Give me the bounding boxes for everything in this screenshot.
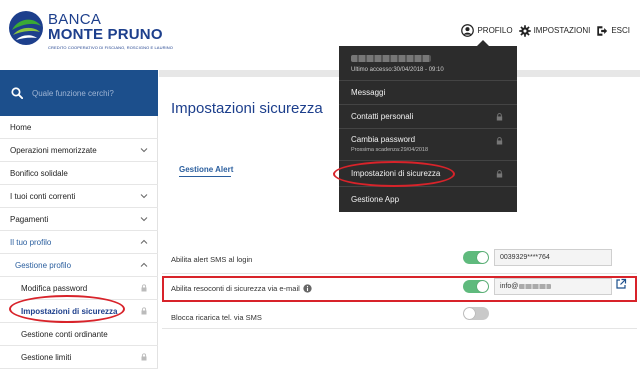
email-mask — [519, 284, 552, 289]
function-search — [0, 70, 158, 116]
user-circle-icon — [461, 24, 475, 37]
logout-link[interactable]: ESCI — [596, 25, 630, 37]
profile-label: PROFILO — [477, 26, 513, 35]
block-recharge-toggle[interactable] — [463, 307, 489, 320]
bank-logo[interactable]: BANCA MONTE PRUNO CREDITO COOPERATIVO DI… — [8, 8, 188, 62]
logo-mark-icon — [9, 11, 43, 45]
sidebar-item-gestione-limiti[interactable]: Gestione limiti — [0, 346, 158, 369]
password-expiry: Prossima scadenza:29/04/2018 — [351, 147, 429, 153]
menu-item-messaggi[interactable]: Messaggi — [339, 80, 517, 104]
sidebar-item-label: Modifica password — [21, 283, 88, 293]
menu-item-label: Impostazioni di sicurezza — [351, 169, 441, 178]
logo-banca-text: BANCA — [48, 11, 102, 28]
sidebar-item-label: Il tuo profilo — [10, 237, 52, 247]
menu-item-contatti-personali[interactable]: Contatti personali — [339, 104, 517, 128]
settings-link[interactable]: IMPOSTAZIONI — [518, 24, 591, 37]
row-label-text: Abilita resoconti di sicurezza via e-mai… — [171, 284, 300, 293]
email-reports-toggle[interactable] — [463, 280, 489, 293]
menu-item-impostazioni-sicurezza[interactable]: Impostazioni di sicurezza — [339, 160, 517, 186]
search-input[interactable] — [32, 88, 152, 98]
header: BANCA MONTE PRUNO CREDITO COOPERATIVO DI… — [0, 0, 640, 70]
external-link-icon[interactable] — [615, 278, 627, 290]
sidebar-item-label: Home — [10, 122, 32, 132]
menu-item-cambia-password[interactable]: Cambia password Prossima scadenza:29/04/… — [339, 128, 517, 160]
sms-login-toggle[interactable] — [463, 251, 489, 264]
last-access: Ultimo accesso:30/04/2018 - 09:10 — [351, 67, 444, 73]
toggle-knob — [477, 281, 488, 292]
sidebar-item-pagamenti[interactable]: Pagamenti — [0, 208, 158, 231]
sidebar-item-home[interactable]: Home — [0, 116, 158, 139]
lock-icon — [141, 284, 147, 292]
gear-icon — [518, 24, 531, 37]
page-title: Impostazioni sicurezza — [171, 100, 323, 117]
row-label-text: Abilita alert SMS al login — [171, 255, 253, 264]
sidebar-item-label: Operazioni memorizzate — [10, 145, 97, 155]
lock-icon — [141, 353, 147, 361]
section-underline — [179, 176, 231, 177]
chevron-down-icon — [140, 217, 148, 222]
sidebar-item-label: Pagamenti — [10, 214, 49, 224]
row-label-block-recharge: Blocca ricarica tel. via SMS — [171, 313, 262, 322]
sidebar-item-gestione-conti-ordinante[interactable]: Gestione conti ordinante — [0, 323, 158, 346]
app-root: BANCA MONTE PRUNO CREDITO COOPERATIVO DI… — [0, 0, 640, 369]
sidebar-item-label: Impostazioni di sicurezza — [21, 306, 118, 316]
logout-label: ESCI — [611, 26, 630, 35]
chevron-up-icon — [140, 262, 148, 267]
row-label-text: Blocca ricarica tel. via SMS — [171, 313, 262, 322]
lock-icon — [496, 113, 503, 121]
toggle-knob — [477, 252, 488, 263]
sidebar: Home Operazioni memorizzate Bonifico sol… — [0, 70, 158, 369]
phone-number-value: 0039329****764 — [500, 254, 550, 261]
sidebar-item-label: Gestione profilo — [15, 260, 72, 270]
logout-icon — [597, 25, 608, 36]
row-divider — [162, 328, 637, 329]
sidebar-item-impostazioni-sicurezza[interactable]: Impostazioni di sicurezza — [0, 300, 158, 323]
lock-icon — [141, 307, 147, 315]
phone-number-field[interactable]: 0039329****764 — [494, 249, 612, 266]
masked-username — [351, 55, 431, 62]
toggle-knob — [464, 308, 475, 319]
menu-item-label: Cambia password — [351, 135, 416, 144]
sidebar-item-label: Bonifico solidale — [10, 168, 68, 178]
menu-item-label: Messaggi — [351, 88, 386, 97]
section-title-gestione-alert[interactable]: Gestione Alert — [179, 165, 233, 174]
row-label-sms-login: Abilita alert SMS al login — [171, 255, 252, 264]
logo-name-text: MONTE PRUNO — [48, 26, 163, 43]
email-field[interactable]: info@ — [494, 278, 612, 295]
top-nav: PROFILO IMPOSTAZIONI ESCI — [461, 24, 630, 37]
search-icon[interactable] — [11, 87, 23, 99]
lock-icon — [496, 137, 503, 145]
sidebar-item-conti-correnti[interactable]: I tuoi conti correnti — [0, 185, 158, 208]
logo-subtitle: CREDITO COOPERATIVO DI FISCIANO, ROSCIGN… — [48, 45, 173, 50]
sidebar-item-label: I tuoi conti correnti — [10, 191, 76, 201]
settings-label: IMPOSTAZIONI — [533, 26, 591, 35]
chevron-down-icon — [140, 148, 148, 153]
profile-dropdown: Ultimo accesso:30/04/2018 - 09:10 Messag… — [339, 40, 517, 212]
profile-link[interactable]: PROFILO — [461, 24, 513, 37]
sidebar-item-label: Gestione limiti — [21, 352, 72, 362]
menu-item-label: Contatti personali — [351, 112, 414, 121]
menu-item-gestione-app[interactable]: Gestione App — [339, 186, 517, 212]
sidebar-item-label: Gestione conti ordinante — [21, 329, 108, 339]
sidebar-item-bonifico-solidale[interactable]: Bonifico solidale — [0, 162, 158, 185]
chevron-down-icon — [140, 194, 148, 199]
row-divider — [162, 273, 637, 274]
sidebar-item-gestione-profilo[interactable]: Gestione profilo — [0, 254, 158, 277]
email-value: info@ — [500, 283, 519, 290]
row-label-email-reports: Abilita resoconti di sicurezza via e-mai… — [171, 284, 312, 293]
sidebar-item-operazioni-memorizzate[interactable]: Operazioni memorizzate — [0, 139, 158, 162]
sidebar-item-modifica-password[interactable]: Modifica password — [0, 277, 158, 300]
sidebar-item-tuo-profilo[interactable]: Il tuo profilo — [0, 231, 158, 254]
info-icon[interactable] — [303, 284, 312, 293]
chevron-up-icon — [140, 239, 148, 244]
menu-item-label: Gestione App — [351, 195, 400, 204]
lock-icon — [496, 170, 503, 178]
